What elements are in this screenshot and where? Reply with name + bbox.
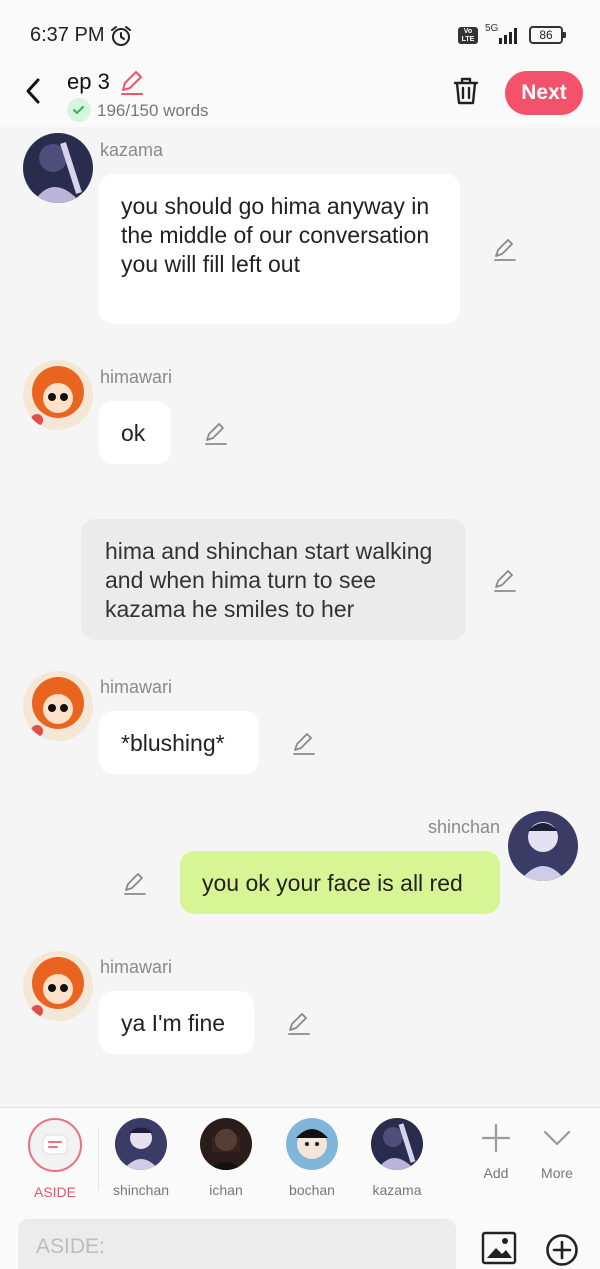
input-bar [0,1205,600,1269]
message-bubble[interactable]: you should go hima anyway in the middle … [99,174,460,324]
speaker-name: kazama [100,140,164,160]
aside-icon [28,1118,82,1172]
alarm-icon [111,26,131,46]
ichan-avatar [200,1118,252,1170]
shinchan-avatar [115,1118,167,1170]
himawari-avatar[interactable] [23,671,93,741]
edit-icon[interactable] [492,236,518,262]
message-bubble[interactable]: you ok your face is all red [180,851,500,914]
character-bochan[interactable]: bochan [272,1118,352,1198]
aside-bubble[interactable]: hima and shinchan start walking and when… [81,519,466,640]
edit-icon[interactable] [203,420,229,446]
editor-header: ep 3 196/150 words Next [0,60,600,127]
image-icon[interactable] [481,1231,517,1265]
kazama-avatar[interactable] [23,133,93,203]
character-shinchan[interactable]: shinchan [101,1118,181,1198]
volte-badge: Vo LTE [458,27,478,44]
speaker-name: himawari [100,957,173,977]
character-label: shinchan [112,1182,170,1198]
battery-icon: 86 [529,26,566,44]
bochan-avatar [286,1118,338,1170]
message-bubble[interactable]: ok [99,401,171,464]
trash-icon[interactable] [450,74,482,108]
chevron-down-icon [543,1130,571,1146]
character-label: kazama [372,1182,422,1198]
speaker-name: shinchan [427,817,500,837]
edit-icon[interactable] [492,567,518,593]
character-aside[interactable]: ASIDE [15,1118,95,1200]
add-character-button[interactable]: Add [466,1122,526,1181]
speaker-name: himawari [100,367,173,387]
himawari-avatar[interactable] [23,951,93,1021]
character-ichan[interactable]: ichan [186,1118,266,1198]
add-label: Add [483,1165,509,1181]
more-label: More [541,1165,573,1181]
character-kazama[interactable]: kazama [357,1118,437,1198]
character-label: ASIDE [33,1184,76,1200]
speaker-name: himawari [100,677,173,697]
character-selector: ASIDE shinchan ichan bochan kazama Add M… [0,1107,600,1205]
character-label: bochan [289,1182,335,1198]
message-bubble[interactable]: ya I'm fine [99,991,254,1054]
divider [98,1128,99,1190]
next-button[interactable]: Next [505,71,583,115]
pencil-icon[interactable] [118,68,146,96]
episode-title[interactable]: ep 3 [67,69,110,95]
edit-icon[interactable] [286,1010,312,1036]
edit-icon[interactable] [291,730,317,756]
message-input[interactable] [18,1219,456,1269]
chat-area[interactable]: kazama you should go hima anyway in the … [0,127,600,1107]
edit-icon[interactable] [122,870,148,896]
check-icon [67,98,91,122]
status-time: 6:37 PM [30,24,105,46]
himawari-avatar[interactable] [23,360,93,430]
message-bubble[interactable]: *blushing* [99,711,259,774]
kazama-avatar [371,1118,423,1170]
back-arrow-icon[interactable] [20,74,48,108]
more-button[interactable]: More [527,1122,587,1181]
plus-icon [481,1123,511,1153]
character-label: ichan [209,1182,243,1198]
word-count: 196/150 words [97,101,209,120]
shinchan-avatar[interactable] [508,811,578,881]
add-circle-icon[interactable] [545,1233,579,1267]
signal-icon [499,28,517,44]
